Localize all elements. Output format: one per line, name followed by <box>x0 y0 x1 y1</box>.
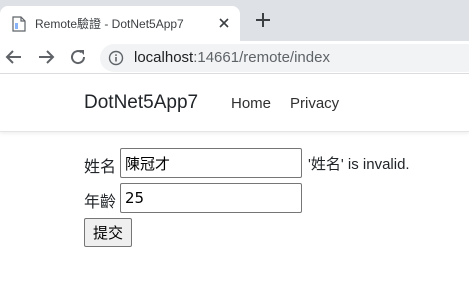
name-input[interactable] <box>120 148 302 178</box>
name-label: 姓名 <box>84 157 117 176</box>
name-row: 姓名 '姓名' is invalid. <box>84 148 444 178</box>
url-text: localhost:14661/remote/index <box>134 49 330 66</box>
reload-icon[interactable] <box>68 47 88 67</box>
browser-toolbar: localhost:14661/remote/index <box>0 41 469 73</box>
browser-tab-strip: Remote驗證 - DotNet5App7 <box>0 0 469 41</box>
navbar-brand[interactable]: DotNet5App7 <box>84 92 198 114</box>
submit-button[interactable]: 提交 <box>84 218 132 247</box>
site-navbar: DotNet5App7 Home Privacy <box>0 74 469 132</box>
url-host: localhost <box>134 49 194 66</box>
tab-close-icon[interactable] <box>216 15 232 31</box>
info-icon[interactable] <box>108 50 124 66</box>
forward-arrow-icon[interactable] <box>36 47 56 67</box>
age-label: 年齡 <box>84 192 117 211</box>
url-path: :14661/remote/index <box>193 49 330 66</box>
back-arrow-icon[interactable] <box>4 47 24 67</box>
address-bar[interactable]: localhost:14661/remote/index <box>100 44 469 72</box>
nav-link-privacy[interactable]: Privacy <box>290 95 339 112</box>
tab-title: Remote驗證 - DotNet5App7 <box>35 17 184 31</box>
nav-link-home[interactable]: Home <box>231 95 271 112</box>
age-input[interactable] <box>120 183 302 213</box>
age-row: 年齡 <box>84 183 344 213</box>
browser-tab[interactable]: Remote驗證 - DotNet5App7 <box>0 6 240 41</box>
name-validation-error: '姓名' is invalid. <box>308 156 410 173</box>
page-favicon-icon <box>12 16 26 32</box>
new-tab-icon[interactable] <box>254 11 272 29</box>
